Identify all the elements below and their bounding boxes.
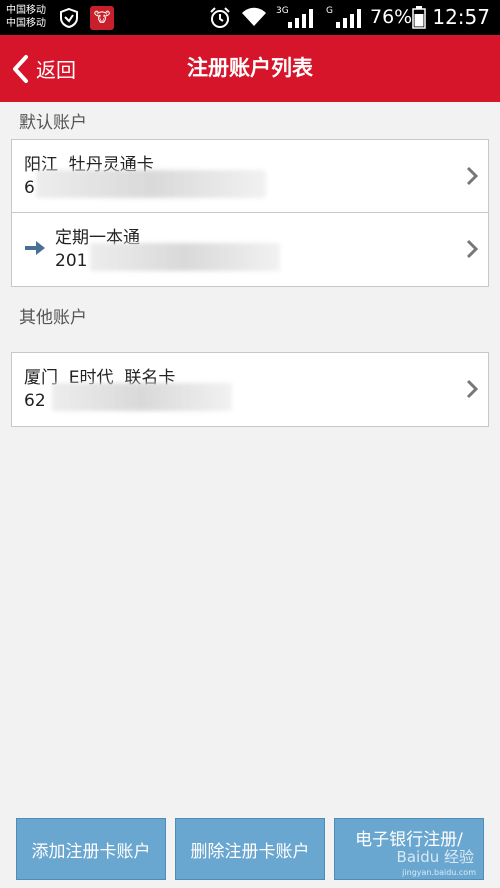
signal-icon bbox=[336, 9, 361, 28]
account-row[interactable]: 厦门 E时代 联名卡 62 bbox=[12, 353, 488, 426]
privacy-blur bbox=[52, 383, 232, 411]
privacy-blur bbox=[36, 170, 266, 198]
network-type-2: G bbox=[326, 6, 333, 16]
wifi-icon bbox=[242, 7, 266, 26]
carrier-labels: 中国移动 中国移动 bbox=[6, 4, 46, 30]
account-number: 62 bbox=[24, 391, 46, 411]
delete-registered-card-button[interactable]: 删除注册卡账户 bbox=[175, 818, 325, 880]
alarm-icon bbox=[210, 7, 230, 28]
chevron-right-icon bbox=[466, 166, 478, 186]
watermark: Baidu 经验 bbox=[396, 848, 474, 866]
account-number: 201 bbox=[55, 251, 88, 271]
battery-icon bbox=[412, 6, 426, 29]
signal-icon bbox=[288, 9, 313, 28]
account-row[interactable]: 定期一本通 201 bbox=[12, 213, 488, 286]
back-button[interactable]: 返回 bbox=[10, 35, 76, 102]
chevron-right-icon bbox=[466, 239, 478, 259]
account-number: 6 bbox=[24, 178, 35, 198]
privacy-blur bbox=[90, 243, 280, 271]
battery-percent: 76% bbox=[370, 6, 413, 28]
clock: 12:57 bbox=[432, 5, 490, 29]
default-accounts-header: 默认账户 bbox=[19, 113, 87, 133]
other-accounts-list: 厦门 E时代 联名卡 62 bbox=[11, 352, 489, 427]
chevron-left-icon bbox=[13, 54, 28, 83]
account-row[interactable]: 阳江 牡丹灵通卡 6 bbox=[12, 140, 488, 213]
app-icon: 🐮 bbox=[90, 6, 114, 30]
carrier-2: 中国移动 bbox=[6, 18, 46, 29]
add-registered-card-button[interactable]: 添加注册卡账户 bbox=[16, 818, 166, 880]
status-bar: 中国移动 中国移动 🐮 3G G 76% 12:57 bbox=[0, 0, 500, 35]
chevron-right-icon bbox=[466, 379, 478, 399]
default-accounts-list: 阳江 牡丹灵通卡 6 定期一本通 201 bbox=[11, 139, 489, 287]
shield-icon bbox=[60, 7, 78, 29]
back-label: 返回 bbox=[36, 58, 76, 82]
nav-bar: 注册账户列表 返回 bbox=[0, 35, 500, 102]
arrow-right-icon bbox=[25, 241, 45, 255]
other-accounts-header: 其他账户 bbox=[19, 308, 87, 328]
watermark-url: jingyan.baidu.com bbox=[402, 868, 476, 877]
carrier-1: 中国移动 bbox=[6, 5, 46, 16]
